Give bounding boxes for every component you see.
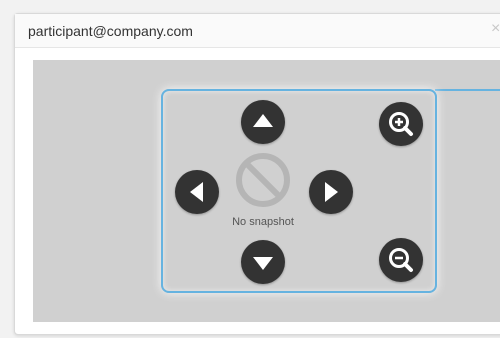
pan-up-button[interactable] [241, 100, 285, 144]
frame-connector-line [435, 89, 500, 91]
arrow-right-icon [325, 182, 338, 202]
dialog-title-bar: participant@company.com × [15, 14, 500, 48]
prohibited-icon [236, 153, 290, 207]
camera-control-dialog: participant@company.com × No snapshot [14, 13, 500, 335]
zoom-in-button[interactable] [379, 102, 423, 146]
no-snapshot-label: No snapshot [232, 216, 294, 228]
pan-left-button[interactable] [175, 170, 219, 214]
close-button[interactable]: × [491, 21, 500, 37]
camera-view: No snapshot [33, 60, 500, 322]
pan-right-button[interactable] [309, 170, 353, 214]
pan-down-button[interactable] [241, 240, 285, 284]
zoom-out-button[interactable] [379, 238, 423, 282]
arrow-down-icon [253, 257, 273, 270]
zoom-in-icon [389, 112, 413, 136]
zoom-out-icon [389, 248, 413, 272]
arrow-up-icon [253, 114, 273, 127]
arrow-left-icon [190, 182, 203, 202]
dialog-title: participant@company.com [28, 23, 193, 39]
